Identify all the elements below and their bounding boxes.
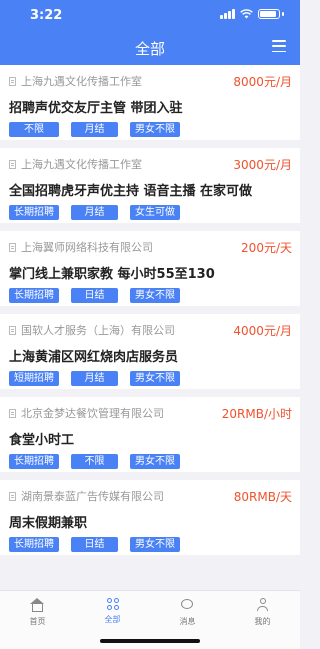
document-icon (9, 242, 16, 252)
document-icon (9, 76, 16, 86)
salary: 200元/天 (241, 240, 292, 255)
user-icon (256, 598, 270, 612)
tag-gender: 女生可做 (130, 205, 180, 220)
document-icon (9, 408, 16, 418)
tag-settlement: 不限 (71, 454, 118, 469)
tab-label: 消息 (179, 617, 196, 626)
job-card[interactable]: 上海九遇文化传播工作室 3000元/月 全国招聘虎牙声优主持 语音主播 在家可做… (0, 148, 300, 223)
salary: 4000元/月 (233, 323, 292, 338)
tag-gender: 男女不限 (130, 371, 180, 386)
status-time: 3:22 (30, 8, 63, 23)
job-title: 周末假期兼职 (9, 516, 88, 530)
tag-duration: 长期招聘 (9, 537, 59, 552)
tab-me[interactable]: 我的 (225, 591, 300, 649)
salary: 80RMB/天 (233, 489, 292, 504)
tag-duration: 不限 (9, 122, 59, 137)
salary: 8000元/月 (233, 74, 292, 89)
tag-gender: 男女不限 (130, 122, 180, 137)
tag-settlement: 月结 (71, 205, 118, 220)
document-icon (9, 325, 16, 335)
job-title: 招聘声优交友厅主管 带团入驻 (9, 101, 183, 115)
menu-icon[interactable] (272, 40, 286, 52)
company-name: 上海翼师网络科技有限公司 (21, 241, 153, 254)
company-name: 上海九遇文化传播工作室 (21, 75, 142, 88)
tag-gender: 男女不限 (130, 454, 180, 469)
tag-duration: 长期招聘 (9, 454, 59, 469)
status-bar: 3:22 (0, 0, 300, 32)
company-name: 北京金梦达餐饮管理有限公司 (21, 407, 164, 420)
tab-home[interactable]: 首页 (0, 591, 75, 649)
tag-settlement: 日结 (71, 288, 118, 303)
company-name: 湖南景泰蓝广告传媒有限公司 (21, 490, 164, 503)
job-card[interactable]: 湖南景泰蓝广告传媒有限公司 80RMB/天 周末假期兼职 长期招聘 日结 男女不… (0, 480, 300, 555)
job-card[interactable]: 国软人才服务（上海）有限公司 4000元/月 上海黄浦区网红烧肉店服务员 短期招… (0, 314, 300, 389)
grid-icon (106, 598, 119, 610)
job-title: 食堂小时工 (9, 433, 75, 447)
page-title: 全部 (134, 40, 165, 58)
salary: 20RMB/小时 (221, 406, 292, 421)
tag-duration: 长期招聘 (9, 205, 59, 220)
salary: 3000元/月 (233, 157, 292, 172)
job-title: 掌门线上兼职家教 每小时55至130 (9, 267, 215, 281)
tag-settlement: 日结 (71, 537, 118, 552)
app-header: 3:22 全部 (0, 0, 300, 65)
message-icon (180, 598, 195, 612)
tag-settlement: 月结 (71, 122, 118, 137)
job-title: 全国招聘虎牙声优主持 语音主播 在家可做 (9, 184, 253, 198)
home-indicator (100, 639, 200, 643)
job-card[interactable]: 上海九遇文化传播工作室 8000元/月 招聘声优交友厅主管 带团入驻 不限 月结… (0, 65, 300, 140)
tab-label: 首页 (29, 617, 46, 626)
wifi-icon (240, 9, 253, 19)
job-title: 上海黄浦区网红烧肉店服务员 (9, 350, 179, 364)
document-icon (9, 159, 16, 169)
tab-label: 全部 (104, 615, 121, 624)
company-name: 国软人才服务（上海）有限公司 (21, 324, 175, 337)
tag-gender: 男女不限 (130, 288, 180, 303)
tag-settlement: 月结 (71, 371, 118, 386)
signal-icon (220, 9, 235, 19)
status-icons (220, 9, 284, 19)
home-icon (30, 598, 45, 612)
battery-icon (258, 9, 280, 19)
company-name: 上海九遇文化传播工作室 (21, 158, 142, 171)
tag-duration: 短期招聘 (9, 371, 59, 386)
job-list: 上海九遇文化传播工作室 8000元/月 招聘声优交友厅主管 带团入驻 不限 月结… (0, 65, 300, 586)
document-icon (9, 491, 16, 501)
job-card[interactable]: 北京金梦达餐饮管理有限公司 20RMB/小时 食堂小时工 长期招聘 不限 男女不… (0, 397, 300, 472)
tag-duration: 长期招聘 (9, 288, 59, 303)
job-card[interactable]: 上海翼师网络科技有限公司 200元/天 掌门线上兼职家教 每小时55至130 长… (0, 231, 300, 306)
tab-label: 我的 (254, 617, 271, 626)
tag-gender: 男女不限 (130, 537, 180, 552)
